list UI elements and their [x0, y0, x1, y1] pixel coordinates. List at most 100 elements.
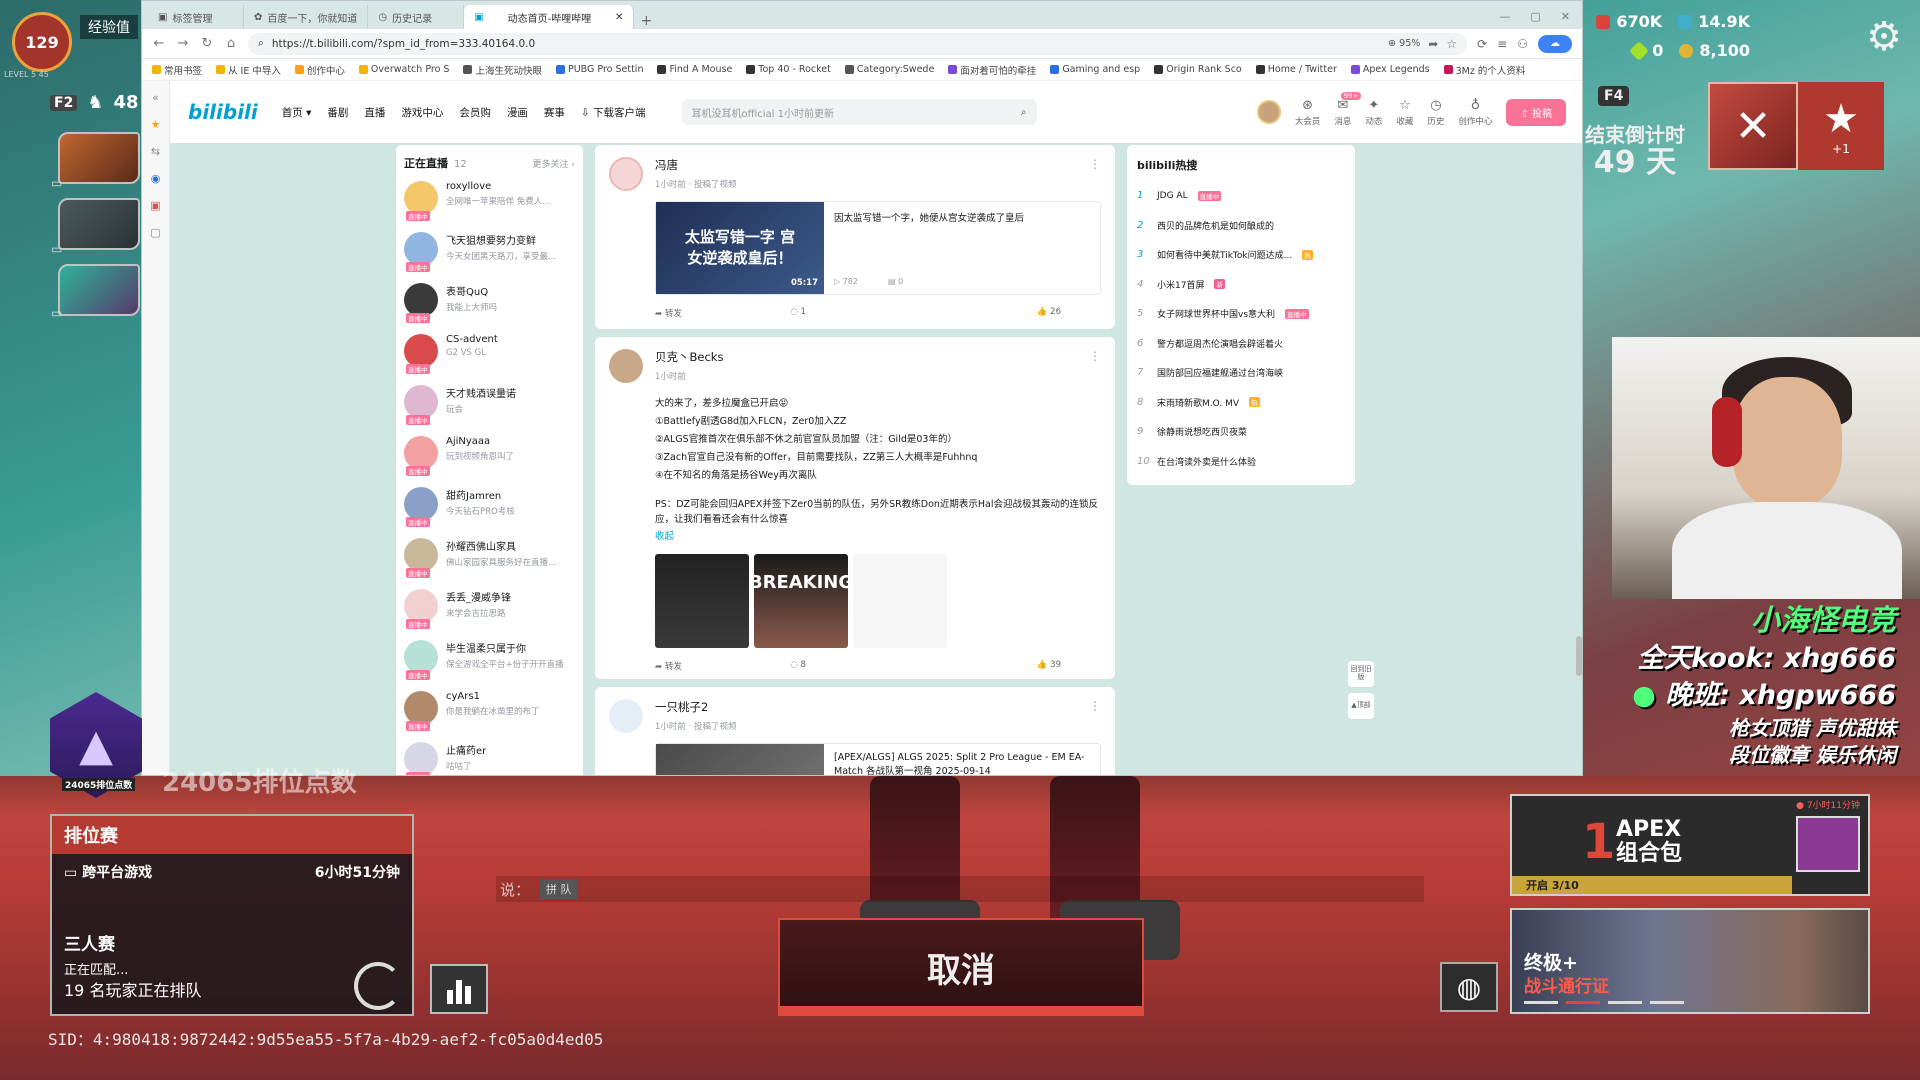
bookmark-item[interactable]: Overwatch Pro S [358, 64, 449, 75]
live-item[interactable]: 直播中 飞天狙想要努力变鲜 今天女团黑天路刀，享受最... [404, 232, 575, 283]
header-history[interactable]: ◷ 历史 [1427, 98, 1444, 127]
close-icon[interactable]: ✕ [615, 12, 623, 23]
hot-item[interactable]: 2 西贝的品牌危机是如何酿成的 [1137, 211, 1345, 241]
avatar[interactable] [609, 157, 643, 191]
nav-live[interactable]: 直播 [364, 105, 385, 120]
bookmark-item[interactable]: 上海生死动快眼 [463, 63, 542, 77]
bookmark-item[interactable]: 3Mz 的个人资料 [1443, 63, 1525, 77]
back-icon[interactable]: ← [152, 36, 166, 51]
live-item[interactable]: 直播中 甜药Jamren 今天钻石PRO考核 [404, 487, 575, 538]
tab-bilibili[interactable]: ▣ 动态首页-哔哩哔哩 ✕ [464, 5, 635, 29]
scrollbar[interactable] [1576, 636, 1582, 676]
avatar[interactable]: 直播中 [404, 283, 438, 323]
crafting-metals-2[interactable]: 14.9K [1678, 12, 1750, 31]
avatar[interactable]: 直播中 [404, 181, 438, 221]
avatar[interactable]: 直播中 [404, 334, 438, 374]
avatar[interactable]: 直播中 [404, 589, 438, 629]
globe-mail-icon[interactable]: ◍ [1440, 962, 1498, 1012]
more-icon[interactable]: ⋮ [1089, 157, 1101, 191]
like-button[interactable]: 👍 39 [926, 660, 1101, 672]
upload-button[interactable]: ⇧ 投稿 [1506, 98, 1566, 126]
crafting-metals[interactable]: 670K [1596, 12, 1662, 31]
comment-button[interactable]: ◌ 1 [790, 307, 925, 319]
cloud-icon[interactable]: ☁ [1538, 34, 1572, 53]
nav-esports[interactable]: 赛事 [544, 105, 565, 120]
refresh-icon[interactable]: ⟳ [1477, 37, 1487, 51]
avatar[interactable] [1256, 100, 1281, 124]
squad-portrait-3[interactable] [58, 264, 140, 316]
bookmark-item[interactable]: Gaming and esp [1050, 64, 1140, 75]
live-item[interactable]: 直播中 AjiNyaaa 玩到视频角恩叫了 [404, 436, 575, 487]
post-image[interactable]: BREAKING [749, 553, 853, 648]
bookmark-item[interactable]: Category:Swede [844, 64, 934, 75]
live-name[interactable]: 表哥QuQ [446, 283, 571, 298]
live-item[interactable]: 直播中 roxyllove 全网唯一苹果陪伴 免费人... [404, 181, 575, 232]
live-item[interactable]: 直播中 丢丢_漫威争锋 来学会吉拉思路 [404, 589, 575, 640]
bilibili-logo[interactable]: bilibili [188, 100, 258, 124]
live-item[interactable]: 直播中 表哥QuQ 我能上大师吗 [404, 283, 575, 334]
live-name[interactable]: cyArs1 [446, 691, 571, 702]
header-messages[interactable]: ✉ 99+ 消息 [1334, 91, 1362, 127]
chat-input[interactable]: 说： 拼 队 [496, 876, 1424, 902]
tab-baidu[interactable]: ✿ 百度一下，你就知道 [244, 5, 369, 29]
like-button[interactable]: 👍 26 [926, 307, 1101, 319]
hot-item[interactable]: 10 在台湾读外卖是什么体验 [1137, 447, 1345, 477]
video-title[interactable]: 因太监写错一个字，她便从宫女逆袭成了皇后 [834, 213, 1024, 224]
live-more-link[interactable]: 更多关注 › [533, 157, 575, 170]
post-author[interactable]: 冯唐 [655, 157, 737, 173]
bookmark-item[interactable]: Origin Rank Sco [1154, 64, 1242, 75]
hot-item[interactable]: 8 宋雨琦新歌M.O. MV 热 [1137, 388, 1345, 418]
avatar[interactable]: 直播中 [404, 691, 438, 731]
home-icon[interactable]: ⌂ [224, 36, 238, 51]
star-icon[interactable]: ☆ [1446, 37, 1457, 51]
post-author[interactable]: 贝克丶Becks [655, 349, 723, 365]
avatar[interactable]: 直播中 [404, 640, 438, 680]
hot-item[interactable]: 1 JDG AL 直播中 [1137, 181, 1345, 211]
live-item[interactable]: 直播中 cyArs1 你是我躺在冰凿里的布丁 [404, 691, 575, 742]
header-favorites[interactable]: ☆ 收藏 [1396, 98, 1413, 127]
video-thumbnail[interactable]: 太监写错一字 宫女逆袭成皇后！ 05:17 [656, 202, 824, 294]
nav-download[interactable]: ⇩ 下载客户端 [581, 105, 646, 120]
video-thumbnail[interactable] [656, 744, 824, 775]
avatar[interactable]: 直播中 [404, 538, 438, 578]
more-icon[interactable]: ⋮ [1089, 349, 1101, 383]
video-title[interactable]: [APEX/ALGS] ALGS 2025: Split 2 Pro Leagu… [834, 752, 1085, 775]
stats-button[interactable] [430, 964, 488, 1014]
hot-item[interactable]: 4 小米17首屏新 [1137, 270, 1345, 300]
hot-item[interactable]: 6 警方都逗周杰伦演唱会辟谣着火 [1137, 329, 1345, 359]
bookmark-item[interactable]: Home / Twitter [1255, 64, 1337, 75]
bookmark-item[interactable]: 从 IE 中导入 [216, 63, 281, 77]
forward-button[interactable]: ➦ 转发 [655, 307, 790, 319]
video-card[interactable]: 太监写错一字 宫女逆袭成皇后！ 05:17 因太监写错一个字，她便从宫女逆袭成了… [655, 201, 1101, 295]
avatar[interactable]: 直播中 [404, 436, 438, 476]
avatar[interactable]: 直播中 [404, 385, 438, 425]
bookmark-item[interactable]: 常用书签 [152, 63, 202, 77]
site-search-input[interactable]: 耳机没耳机official 1小时前更新 ⌕ [681, 99, 1037, 125]
url-bar[interactable]: ⌕ https://t.bilibili.com/?spm_id_from=33… [248, 32, 1468, 55]
nav-home[interactable]: 首页 ▾ [282, 105, 312, 120]
nav-game[interactable]: 游戏中心 [401, 105, 443, 120]
zoom-level[interactable]: ⊕ 95% [1388, 38, 1420, 49]
carousel-dot[interactable] [1650, 1001, 1684, 1004]
sidebar-app-icon[interactable]: ▢ [150, 226, 160, 239]
live-name[interactable]: roxyllove [446, 181, 571, 192]
tab-manager[interactable]: ▣ 标签管理 [148, 5, 244, 29]
squad-portrait-2[interactable] [58, 198, 140, 250]
tab-history[interactable]: ◷ 历史记录 [368, 5, 465, 29]
hot-item[interactable]: 3 如何看待中美就TikTok问题达成... 热 [1137, 240, 1345, 270]
post-image[interactable] [655, 553, 749, 648]
live-name[interactable]: AjiNyaaa [446, 436, 571, 447]
reload-icon[interactable]: ↻ [200, 36, 214, 51]
back-to-top-button[interactable]: ▲ 顶部 [1348, 693, 1374, 719]
live-name[interactable]: 飞天狙想要努力变鲜 [446, 232, 571, 247]
share-icon[interactable]: ➦ [1428, 37, 1438, 51]
bookmark-item[interactable]: 创作中心 [294, 63, 345, 77]
chat-channel[interactable]: 拼 队 [540, 879, 578, 899]
collapse-icon[interactable]: « [152, 91, 159, 104]
header-dynamic[interactable]: ✦ 动态 [1365, 98, 1382, 127]
new-tab-button[interactable]: + [634, 13, 658, 29]
hot-item[interactable]: 7 国防部回应福建舰通过台湾海峡 [1137, 358, 1345, 388]
live-item[interactable]: 直播中 孙耀西佛山家具 佛山家园家具服务好在直播... [404, 538, 575, 589]
header-creator[interactable]: ♁ 创作中心 [1458, 98, 1492, 127]
live-name[interactable]: 孙耀西佛山家具 [446, 538, 571, 553]
